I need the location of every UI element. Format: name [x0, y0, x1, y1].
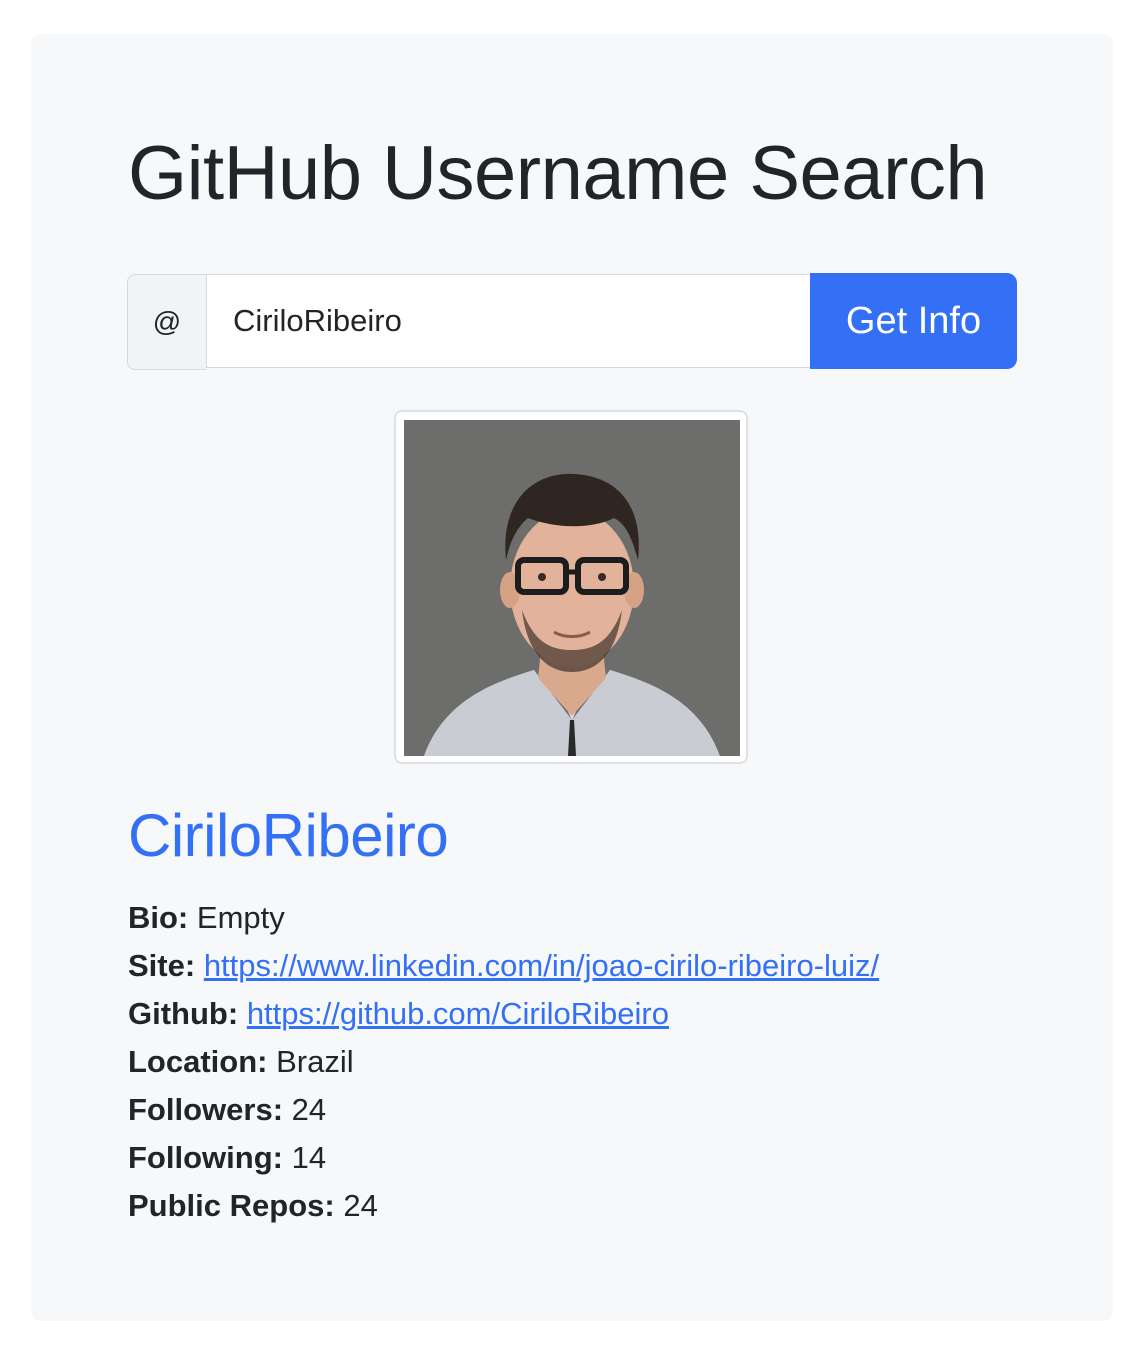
location-label: Location: [128, 1044, 268, 1079]
avatar [404, 420, 740, 756]
github-row: Github: https://github.com/CiriloRibeiro [128, 990, 879, 1038]
get-info-button[interactable]: Get Info [810, 273, 1017, 369]
location-value: Brazil [276, 1044, 354, 1079]
followers-label: Followers: [128, 1092, 284, 1127]
at-prefix-label: @ [127, 274, 206, 370]
site-link[interactable]: https://www.linkedin.com/in/joao-cirilo-… [204, 948, 879, 983]
following-label: Following: [128, 1140, 283, 1175]
bio-value: Empty [196, 900, 285, 935]
public-repos-value: 24 [343, 1188, 378, 1223]
bio-row: Bio: Empty [128, 894, 879, 942]
avatar-frame [394, 410, 748, 764]
location-row: Location: Brazil [128, 1038, 879, 1086]
followers-value: 24 [291, 1092, 327, 1127]
profile-details: Bio: Empty Site: https://www.linkedin.co… [128, 894, 879, 1230]
search-input-group: @ Get Info [127, 273, 1017, 370]
search-card: GitHub Username Search @ Get Info [31, 34, 1113, 1321]
site-row: Site: https://www.linkedin.com/in/joao-c… [128, 942, 879, 990]
github-link[interactable]: https://github.com/CiriloRibeiro [247, 996, 669, 1031]
followers-row: Followers: 24 [128, 1086, 879, 1134]
bio-label: Bio: [128, 900, 189, 935]
public-repos-label: Public Repos: [128, 1188, 335, 1223]
site-label: Site: [128, 948, 196, 983]
profile-name-link[interactable]: CiriloRibeiro [128, 806, 449, 866]
github-label: Github: [128, 996, 239, 1031]
following-row: Following: 14 [128, 1134, 879, 1182]
page-title: GitHub Username Search [128, 131, 988, 216]
following-value: 14 [291, 1140, 327, 1175]
username-input[interactable] [206, 274, 810, 368]
public-repos-row: Public Repos: 24 [128, 1182, 879, 1230]
